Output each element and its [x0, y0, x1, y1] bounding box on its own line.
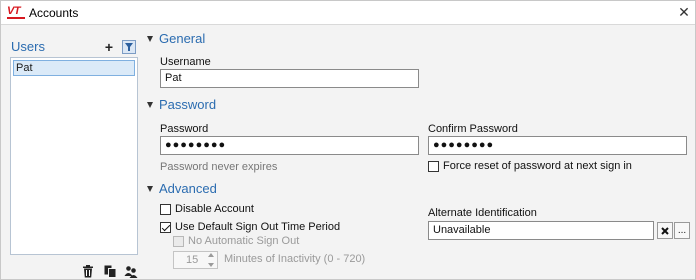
logo-underline [7, 17, 25, 19]
browse-button[interactable]: ... [674, 222, 690, 239]
confirm-password-field[interactable]: ●●●●●●●● [428, 136, 687, 155]
collapse-arrow-icon [147, 101, 153, 108]
minutes-value: 15 [186, 254, 199, 266]
trash-icon[interactable] [80, 263, 96, 279]
password-section-header[interactable]: Password [147, 97, 216, 112]
password-title: Password [159, 97, 217, 112]
checkbox-box[interactable] [428, 160, 439, 172]
users-heading: Users [11, 39, 45, 54]
checkbox-box[interactable] [173, 235, 184, 247]
minutes-stepper[interactable]: 15 [173, 251, 218, 269]
up-arrow-icon[interactable] [208, 253, 214, 257]
alternate-id-field[interactable]: Unavailable [428, 221, 654, 240]
general-title: General [159, 31, 206, 46]
password-label: Password [160, 123, 209, 135]
users-list[interactable]: Pat [10, 57, 138, 255]
password-never-expires-text: Password never expires [160, 161, 278, 173]
title-bar: VT Accounts ✕ [1, 1, 695, 25]
plus-icon[interactable]: + [101, 39, 117, 55]
no-auto-signout-checkbox[interactable]: No Automatic Sign Out [173, 235, 299, 247]
advanced-section-header[interactable]: Advanced [147, 181, 217, 196]
disable-account-checkbox[interactable]: Disable Account [160, 203, 254, 215]
accounts-window: VT Accounts ✕ Users + Pat General Userna… [0, 0, 696, 280]
clear-x-icon[interactable] [657, 222, 673, 239]
copy-icon[interactable] [102, 263, 118, 279]
down-arrow-icon[interactable] [208, 263, 214, 267]
app-logo: VT [7, 5, 27, 20]
checkbox-box[interactable] [160, 221, 171, 233]
no-auto-signout-label: No Automatic Sign Out [188, 235, 300, 247]
checkbox-box[interactable] [160, 203, 171, 215]
list-item-user[interactable]: Pat [13, 60, 135, 76]
logo-text: VT [7, 5, 21, 17]
username-label: Username [160, 56, 211, 68]
force-reset-checkbox[interactable]: Force reset of password at next sign in [428, 160, 632, 172]
advanced-title: Advanced [159, 181, 217, 196]
users-group-icon[interactable] [123, 263, 139, 279]
collapse-arrow-icon [147, 185, 153, 192]
collapse-arrow-icon [147, 35, 153, 42]
filter-icon[interactable] [121, 39, 137, 55]
window-title: Accounts [29, 6, 79, 20]
use-default-signout-label: Use Default Sign Out Time Period [175, 221, 341, 233]
stepper-arrows[interactable] [207, 253, 215, 267]
minutes-label: Minutes of Inactivity (0 - 720) [224, 253, 366, 265]
use-default-signout-checkbox[interactable]: Use Default Sign Out Time Period [160, 221, 340, 233]
user-name: Pat [16, 62, 33, 74]
general-section-header[interactable]: General [147, 31, 205, 46]
close-icon[interactable]: ✕ [676, 4, 692, 20]
confirm-password-label: Confirm Password [428, 123, 518, 135]
disable-account-label: Disable Account [175, 203, 254, 215]
username-field[interactable]: Pat [160, 69, 419, 88]
password-field[interactable]: ●●●●●●●● [160, 136, 419, 155]
alternate-id-label: Alternate Identification [428, 207, 537, 219]
force-reset-label: Force reset of password at next sign in [443, 160, 632, 172]
